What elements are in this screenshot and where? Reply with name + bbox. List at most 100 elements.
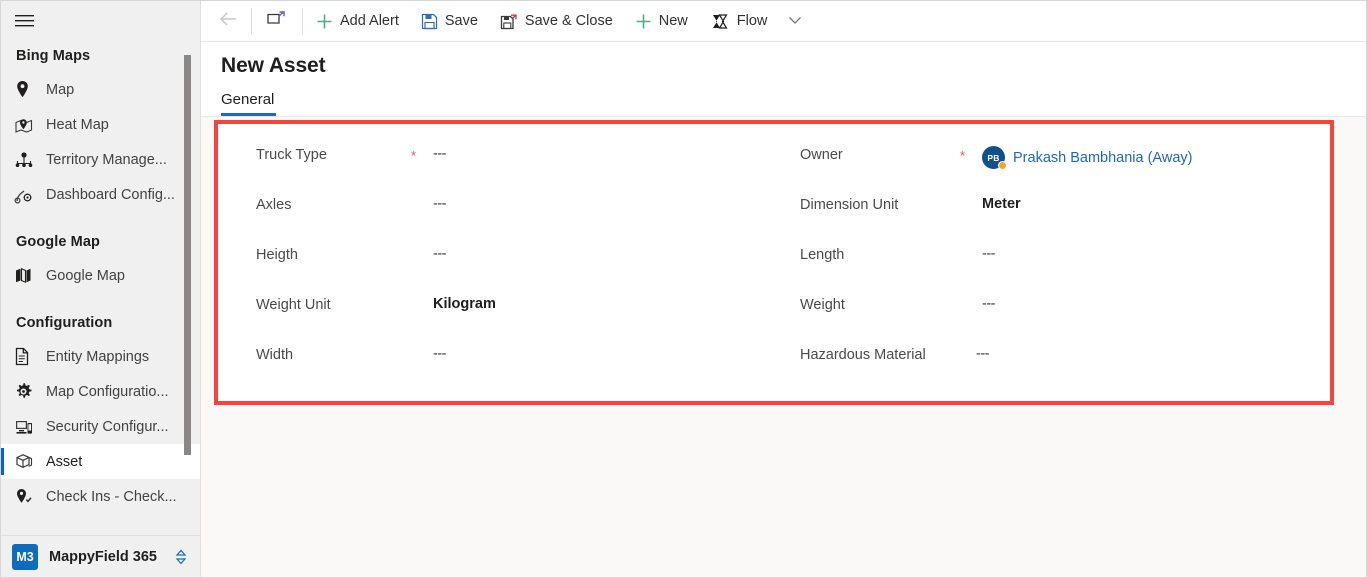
page-title: New Asset (221, 54, 326, 77)
chevron-down-icon (788, 12, 802, 30)
overflow-menu-button[interactable] (778, 1, 812, 41)
command-bar: Add Alert Save Save & Close New Flow (201, 1, 1366, 42)
field-value-text: --- (433, 246, 447, 262)
sidebar-item-label: Map Configuratio... (46, 383, 169, 400)
sidebar-item-label: Dashboard Config... (46, 186, 175, 203)
axles-value[interactable]: --- (433, 196, 447, 212)
required-marker-placeholder (960, 296, 982, 298)
tab-general[interactable]: General (221, 91, 277, 116)
presence-away-badge (998, 161, 1007, 170)
field-row-weight-unit: Weight Unit Kilogram (256, 296, 774, 346)
sidebar-nav: Bing Maps Map Heat Map Territory Manage.… (1, 41, 200, 535)
field-label: Owner (800, 147, 843, 163)
asset-box-icon (14, 452, 40, 471)
app-window: Bing Maps Map Heat Map Territory Manage.… (0, 0, 1367, 578)
main-area: Add Alert Save Save & Close New Flow New… (201, 1, 1366, 577)
dimension-unit-value[interactable]: Meter (982, 196, 1021, 212)
truck-type-value[interactable]: --- (433, 146, 447, 162)
owner-value[interactable]: PB Prakash Bambhania (Away) (982, 146, 1192, 170)
width-value[interactable]: --- (433, 346, 447, 362)
required-marker-placeholder (411, 346, 433, 348)
save-button[interactable]: Save (410, 1, 489, 41)
heigth-value[interactable]: --- (433, 246, 447, 262)
back-button[interactable] (207, 1, 249, 41)
weight-unit-value[interactable]: Kilogram (433, 296, 496, 312)
tab-label: General (221, 91, 275, 108)
sidebar-item-entity-mappings[interactable]: Entity Mappings (1, 339, 200, 374)
sidebar-group-google-map: Google Map (16, 234, 100, 250)
gear-icon (14, 382, 40, 401)
sidebar-group-bing-maps: Bing Maps (16, 48, 91, 64)
field-value-text: --- (982, 296, 996, 312)
sidebar-scrollbar-thumb[interactable] (184, 55, 191, 455)
map-pin-icon (14, 80, 40, 99)
sidebar-item-map-configuration[interactable]: Map Configuratio... (1, 374, 200, 409)
add-alert-button[interactable]: Add Alert (305, 1, 410, 41)
save-and-close-button[interactable]: Save & Close (489, 1, 624, 41)
weight-value[interactable]: --- (982, 296, 996, 312)
field-label: Weight (800, 297, 845, 313)
app-logo-badge: M3 (12, 543, 38, 570)
heat-map-icon (14, 116, 40, 134)
field-value-text: --- (982, 246, 996, 262)
field-label: Truck Type (256, 147, 327, 163)
field-row-weight: Weight --- (800, 296, 1330, 346)
owner-chip[interactable]: PB Prakash Bambhania (Away) (982, 146, 1192, 170)
hamburger-icon (15, 14, 35, 28)
field-row-owner: Owner * PB Prakash Bambhania (Away) (800, 146, 1330, 196)
required-marker-placeholder (411, 296, 433, 298)
sidebar-item-map[interactable]: Map (1, 72, 200, 107)
plus-icon (635, 13, 652, 30)
form-content: Truck Type * --- Axles --- Heigth --- We… (201, 117, 1366, 577)
sidebar-item-label: Asset (46, 453, 83, 470)
sidebar-item-label: Heat Map (46, 116, 109, 133)
form-column-right: Owner * PB Prakash Bambhania (Away) Dime… (774, 146, 1330, 401)
check-in-pin-icon (14, 487, 40, 506)
save-and-close-label: Save & Close (524, 13, 613, 29)
hazardous-material-value[interactable]: --- (976, 346, 990, 362)
territory-management-icon (14, 151, 40, 169)
toolbar-divider (251, 8, 252, 34)
security-icon (14, 418, 40, 436)
open-in-new-window-icon (267, 10, 287, 33)
field-label: Axles (256, 197, 292, 213)
sidebar-item-asset[interactable]: Asset (1, 444, 200, 479)
document-icon (14, 347, 40, 366)
field-row-axles: Axles --- (256, 196, 774, 246)
sidebar-scrollbar[interactable] (184, 41, 191, 533)
back-arrow-icon (218, 11, 238, 32)
owner-name-link[interactable]: Prakash Bambhania (Away) (1013, 150, 1192, 166)
plus-icon (316, 13, 333, 30)
save-floppy-icon (421, 13, 438, 30)
hamburger-menu-button[interactable] (1, 1, 200, 41)
flow-icon (710, 13, 730, 30)
folded-map-icon (14, 267, 40, 284)
record-header: New Asset General (201, 42, 1366, 116)
sidebar-item-territory-management[interactable]: Territory Manage... (1, 142, 200, 177)
open-in-new-window-button[interactable] (254, 1, 300, 41)
field-label: Length (800, 247, 845, 263)
sidebar-item-dashboard-config[interactable]: Dashboard Config... (1, 177, 200, 212)
sidebar-item-heat-map[interactable]: Heat Map (1, 107, 200, 142)
sidebar-item-label: Security Configur... (46, 418, 169, 435)
sidebar-item-security-configuration[interactable]: Security Configur... (1, 409, 200, 444)
sidebar-item-check-ins[interactable]: Check Ins - Check... (1, 479, 200, 514)
flow-button[interactable]: Flow (699, 1, 779, 41)
dashboard-config-icon (14, 186, 40, 204)
toolbar-divider (302, 8, 303, 34)
sidebar-item-label: Google Map (46, 267, 125, 284)
save-label: Save (444, 13, 478, 29)
app-switcher[interactable]: M3 MappyField 365 (1, 535, 200, 577)
required-marker-placeholder (960, 246, 982, 248)
required-marker-placeholder (411, 246, 433, 248)
field-row-truck-type: Truck Type * --- (256, 146, 774, 196)
sidebar-item-google-map[interactable]: Google Map (1, 258, 200, 293)
field-row-length: Length --- (800, 246, 1330, 296)
sidebar-item-label: Map (46, 81, 75, 98)
field-value-text: --- (433, 346, 447, 362)
new-button[interactable]: New (624, 1, 699, 41)
length-value[interactable]: --- (982, 246, 996, 262)
form-column-left: Truck Type * --- Axles --- Heigth --- We… (218, 146, 774, 401)
sidebar-item-label: Territory Manage... (46, 151, 167, 168)
up-down-chevron-icon[interactable] (174, 548, 188, 566)
